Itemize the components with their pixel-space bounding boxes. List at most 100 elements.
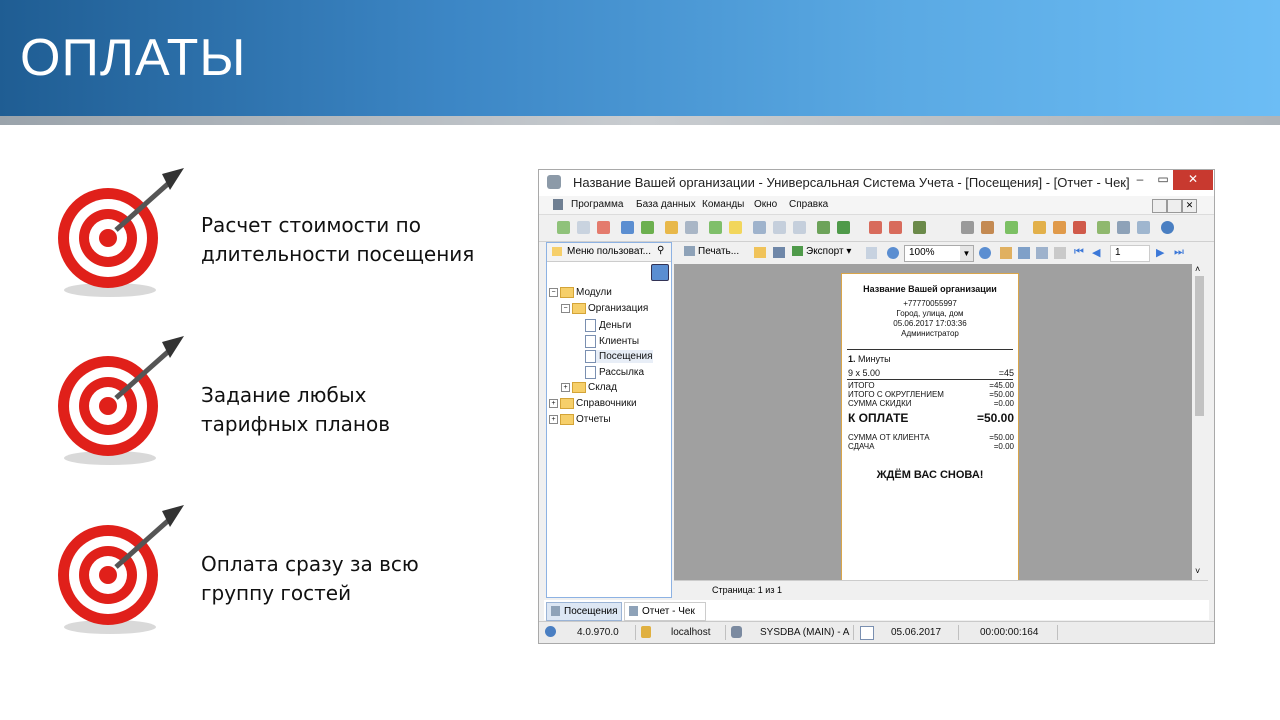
tree-node-references[interactable]: + Справочники xyxy=(549,398,637,409)
slide-title: ОПЛАТЫ xyxy=(20,29,247,87)
menu-help[interactable]: Справка xyxy=(789,199,828,210)
maximize-button[interactable]: ▭ xyxy=(1153,170,1173,190)
panel-title: Меню пользоват... xyxy=(567,246,651,257)
menu-database[interactable]: База данных xyxy=(636,199,696,210)
document-tabs: Посещения Отчет - Чек xyxy=(544,600,1209,621)
status-separator xyxy=(725,625,726,640)
new-window-icon[interactable] xyxy=(869,221,882,234)
first-page-icon[interactable]: ⏮ xyxy=(1074,246,1084,259)
receipt-divider xyxy=(847,349,1013,350)
vertical-scrollbar[interactable]: ˄ ˅ xyxy=(1192,264,1207,580)
check-icon[interactable] xyxy=(1005,221,1018,234)
chevron-down-icon[interactable]: ▼ xyxy=(960,246,973,261)
scroll-thumb[interactable] xyxy=(1195,276,1204,416)
prev-page-icon[interactable]: ◀ xyxy=(1092,246,1100,259)
export-button[interactable]: Экспорт ▾ xyxy=(792,246,851,257)
delete-icon[interactable] xyxy=(597,221,610,234)
collapse-icon[interactable]: − xyxy=(561,304,570,313)
next-page-icon[interactable]: ▶ xyxy=(1156,246,1164,259)
menu-commands[interactable]: Команды xyxy=(702,199,744,210)
status-date: 05.06.2017 xyxy=(891,627,942,638)
tree-node-money[interactable]: Деньги xyxy=(585,319,631,332)
status-bar: 4.0.970.0 localhost SYSDBA (MAIN) - A 05… xyxy=(539,621,1214,643)
exit-icon[interactable] xyxy=(913,221,926,234)
search-icon[interactable] xyxy=(651,264,669,281)
zoom-icon[interactable] xyxy=(887,247,899,259)
mdi-minimize-button[interactable] xyxy=(1152,199,1167,213)
collapse-icon[interactable] xyxy=(793,221,806,234)
lock-icon[interactable] xyxy=(1033,221,1046,234)
database-icon xyxy=(547,175,561,189)
expand-icon[interactable]: + xyxy=(549,399,558,408)
share-icon[interactable] xyxy=(1137,221,1150,234)
expand-icon[interactable]: + xyxy=(549,415,558,424)
settings-icon[interactable] xyxy=(981,221,994,234)
app-menu-icon[interactable] xyxy=(553,199,563,210)
feature-text: Оплата сразу за всю группу гостей xyxy=(201,550,419,608)
filter-icon[interactable] xyxy=(665,221,678,234)
edit-icon[interactable] xyxy=(1054,247,1066,259)
tree-node-reports[interactable]: + Отчеты xyxy=(549,414,611,425)
tree-node-visits[interactable]: Посещения xyxy=(585,350,653,363)
refresh-icon[interactable] xyxy=(557,221,570,234)
note-icon[interactable] xyxy=(729,221,742,234)
page-setup-icon[interactable] xyxy=(866,247,877,259)
tools-icon[interactable] xyxy=(961,221,974,234)
thumbnails-icon[interactable] xyxy=(1018,247,1030,259)
collapse-icon[interactable]: − xyxy=(549,288,558,297)
sync-icon[interactable] xyxy=(641,221,654,234)
zoom-out-icon[interactable] xyxy=(979,247,991,259)
receipt-address: Город, улица, дом xyxy=(896,309,964,318)
tree-icon[interactable] xyxy=(817,221,830,234)
excel-icon[interactable] xyxy=(837,221,850,234)
open-icon[interactable] xyxy=(754,247,766,258)
find-icon[interactable] xyxy=(1036,247,1048,259)
page-status: Страница: 1 из 1 xyxy=(712,585,782,595)
tab-receipt-report[interactable]: Отчет - Чек xyxy=(624,602,706,621)
filter-clear-icon[interactable] xyxy=(685,221,698,234)
print-icon[interactable] xyxy=(1117,221,1130,234)
save-icon[interactable] xyxy=(773,247,785,258)
receipt-divider xyxy=(847,379,1013,380)
tree-label: Рассылка xyxy=(599,367,645,379)
tree-node-stock[interactable]: + Склад xyxy=(561,382,617,393)
scroll-down-icon[interactable]: ˅ xyxy=(1195,566,1200,576)
users-icon[interactable] xyxy=(1053,221,1066,234)
menu-window[interactable]: Окно xyxy=(754,199,777,210)
receipt-operator: Администратор xyxy=(901,329,959,338)
expand-icon[interactable]: + xyxy=(561,383,570,392)
add-icon[interactable] xyxy=(709,221,722,234)
window-icon[interactable] xyxy=(753,221,766,234)
tree-node-modules[interactable]: − Модули xyxy=(549,287,612,298)
target-icon xyxy=(58,168,184,297)
print-button[interactable]: Печать... xyxy=(684,246,739,257)
outline-icon[interactable] xyxy=(1000,247,1012,259)
last-page-icon[interactable]: ⏭ xyxy=(1174,246,1184,259)
minimize-button[interactable]: – xyxy=(1127,170,1153,190)
copy-icon[interactable] xyxy=(577,221,590,234)
feature-line: тарифных планов xyxy=(201,412,390,436)
tree-node-organization[interactable]: − Организация xyxy=(561,303,648,314)
page-number-input[interactable]: 1 xyxy=(1110,245,1150,262)
mdi-close-button[interactable]: ✕ xyxy=(1182,199,1197,213)
tree-node-mailing[interactable]: Рассылка xyxy=(585,366,644,379)
calendar-icon[interactable] xyxy=(1097,221,1110,234)
close-button[interactable]: ✕ xyxy=(1173,170,1213,190)
status-host: localhost xyxy=(671,627,711,638)
window-titlebar: Название Вашей организации - Универсальн… xyxy=(539,170,1214,196)
info-icon[interactable] xyxy=(1161,221,1174,234)
plugin-icon[interactable] xyxy=(1073,221,1086,234)
pin-icon[interactable]: ⚲ xyxy=(657,245,664,256)
close-window-icon[interactable] xyxy=(889,221,902,234)
search-icon[interactable] xyxy=(621,221,634,234)
mdi-restore-button[interactable] xyxy=(1167,199,1182,213)
client-value: =50.00 xyxy=(989,433,1014,442)
status-separator xyxy=(635,625,636,640)
tab-visits[interactable]: Посещения xyxy=(546,602,622,621)
zoom-select[interactable]: 100% ▼ xyxy=(904,245,974,262)
tree-node-clients[interactable]: Клиенты xyxy=(585,335,639,348)
menu-program[interactable]: Программа xyxy=(571,199,623,210)
change-value: =0.00 xyxy=(993,442,1014,451)
expand-icon[interactable] xyxy=(773,221,786,234)
scroll-up-icon[interactable]: ˄ xyxy=(1195,264,1200,274)
